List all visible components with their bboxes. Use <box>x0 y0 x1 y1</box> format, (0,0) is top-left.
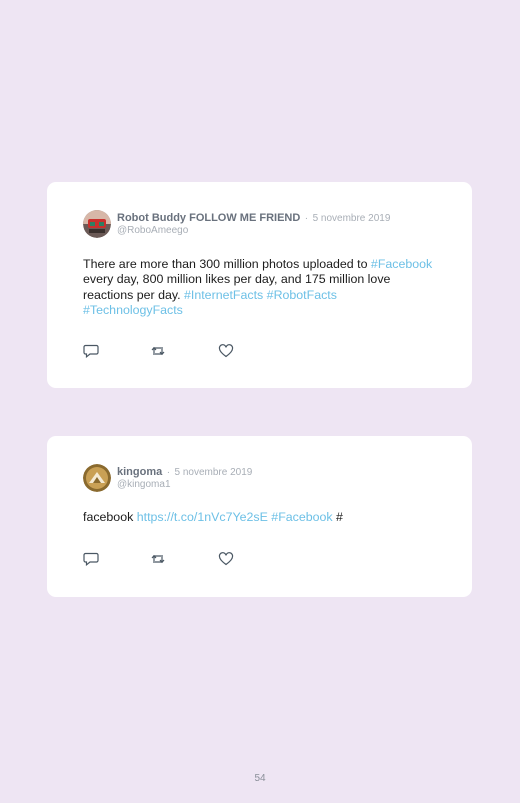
meta-separator: · <box>166 467 171 478</box>
tweet-header: kingoma · 5 novembre 2019 @kingoma1 <box>83 464 252 492</box>
tweet-card: Robot Buddy FOLLOW ME FRIEND · 5 novembr… <box>47 182 472 388</box>
author-name[interactable]: kingoma <box>117 466 162 478</box>
tweet-card: kingoma · 5 novembre 2019 @kingoma1 face… <box>47 436 472 597</box>
reply-icon[interactable] <box>83 552 99 566</box>
page-number: 54 <box>254 773 266 784</box>
reply-icon[interactable] <box>83 344 99 358</box>
tweet-link[interactable]: https://t.co/1nVc7Ye2sE <box>137 510 268 524</box>
hashtag-facebook[interactable]: #Facebook <box>371 257 432 271</box>
hashtag-technologyfacts[interactable]: #TechnologyFacts <box>83 303 183 317</box>
author-name[interactable]: Robot Buddy FOLLOW ME FRIEND <box>117 212 300 224</box>
tweet-header: Robot Buddy FOLLOW ME FRIEND · 5 novembr… <box>83 210 390 238</box>
meta-separator: · <box>304 213 309 224</box>
avatar[interactable] <box>83 464 111 492</box>
author-handle[interactable]: @kingoma1 <box>117 479 252 491</box>
retweet-icon[interactable] <box>150 344 166 358</box>
heart-icon[interactable] <box>218 552 234 566</box>
tweet-text-part: There are more than 300 million photos u… <box>83 257 371 271</box>
tweet-text-part: # <box>332 510 343 524</box>
hashtag-robotfacts[interactable]: #RobotFacts <box>267 288 337 302</box>
heart-icon[interactable] <box>218 344 234 358</box>
tweet-text: There are more than 300 million photos u… <box>83 257 438 318</box>
tweet-text: facebook https://t.co/1nVc7Ye2sE #Facebo… <box>83 510 438 525</box>
hashtag-internetfacts[interactable]: #InternetFacts <box>184 288 263 302</box>
author-handle[interactable]: @RoboAmeego <box>117 225 390 237</box>
hashtag-facebook[interactable]: #Facebook <box>271 510 332 524</box>
tweet-date[interactable]: 5 novembre 2019 <box>313 213 391 224</box>
retweet-icon[interactable] <box>150 552 166 566</box>
tweet-text-part: facebook <box>83 510 137 524</box>
tweet-date[interactable]: 5 novembre 2019 <box>174 467 252 478</box>
avatar[interactable] <box>83 210 111 238</box>
